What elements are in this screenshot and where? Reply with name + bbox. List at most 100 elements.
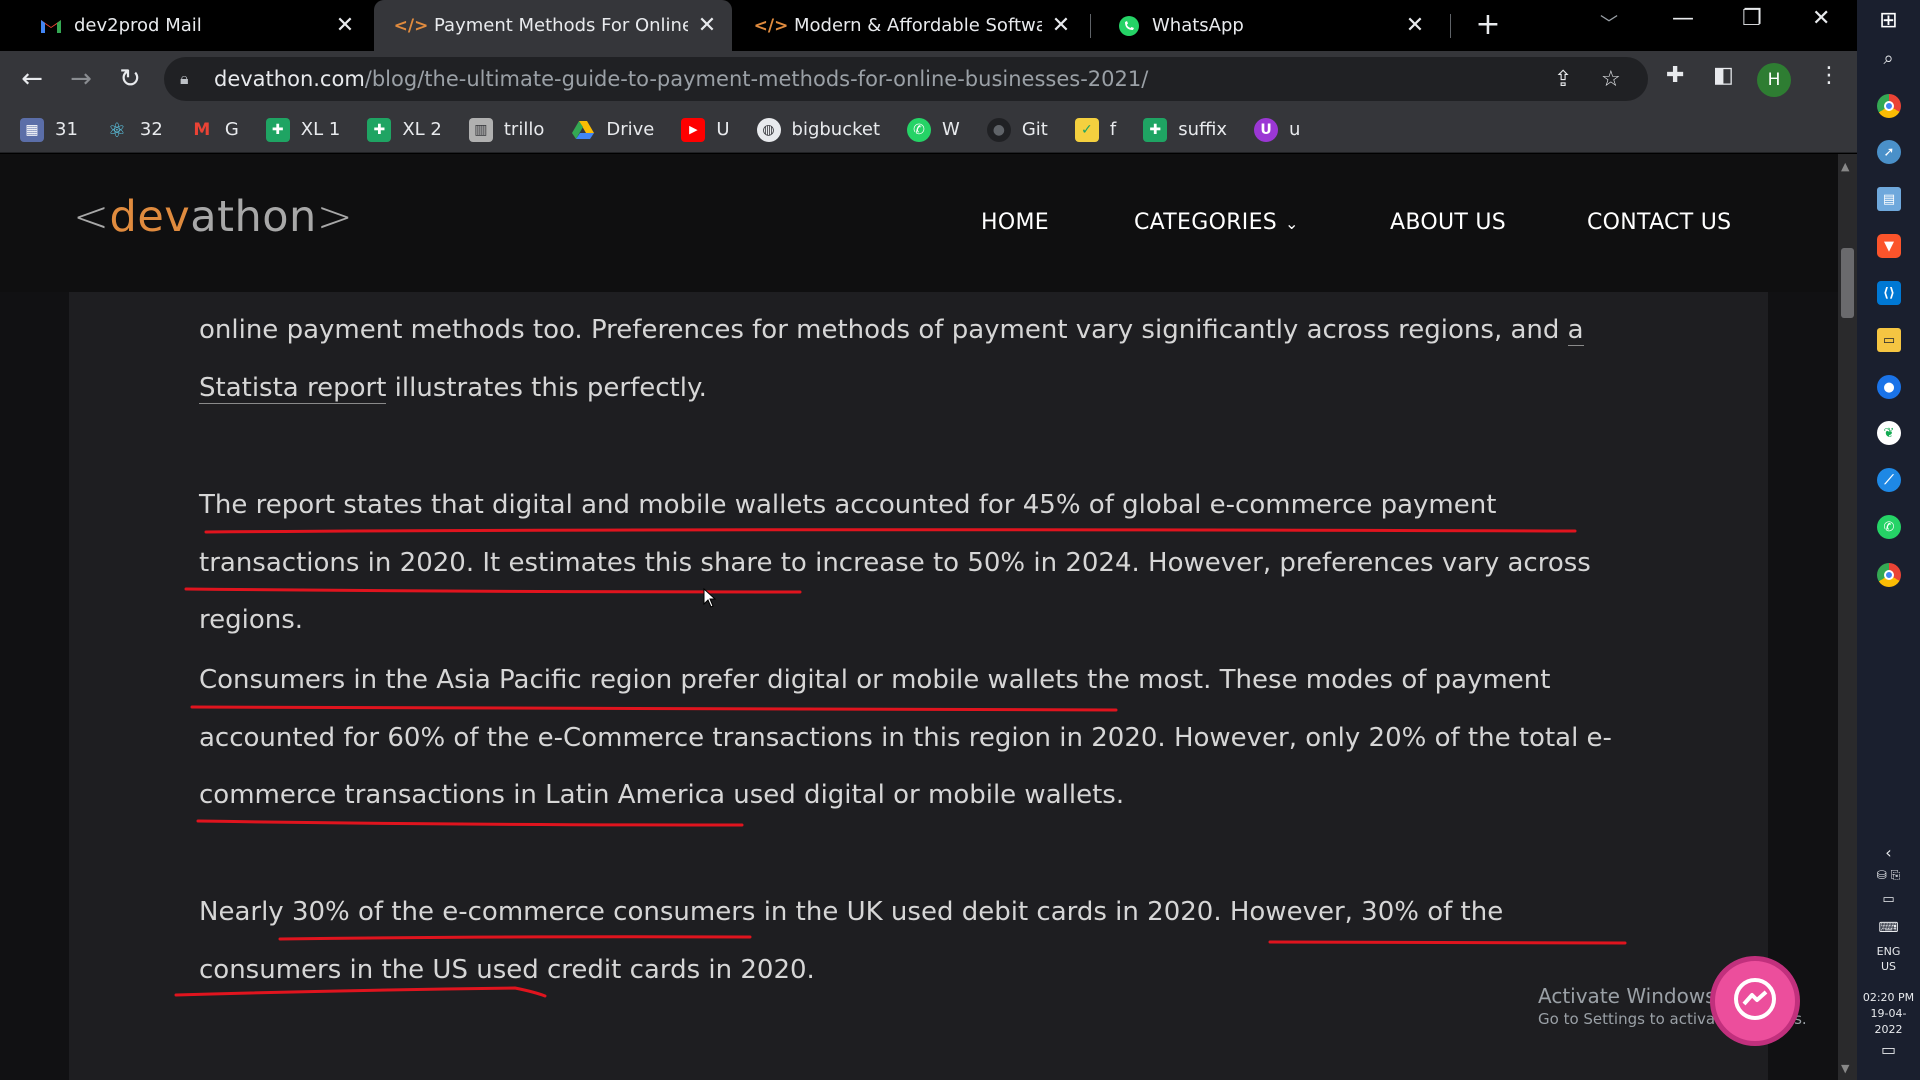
logo-bracket-close: > <box>316 192 354 242</box>
bookmark-label: Git <box>1021 119 1048 140</box>
address-bar[interactable]: 🔒︎ devathon.com/blog/the-ultimate-guide-… <box>164 57 1648 101</box>
maps-pin-icon[interactable]: ● <box>1877 375 1901 399</box>
nav-home[interactable]: HOME <box>981 210 1049 235</box>
display-icon[interactable]: ▭ <box>1857 892 1920 907</box>
logo-bracket-open: < <box>73 192 110 242</box>
bookmark-label: U <box>716 119 730 140</box>
notepad-icon[interactable]: ▤ <box>1877 187 1901 211</box>
bookmark-drive[interactable]: Drive <box>571 118 654 142</box>
globe-icon: ◍ <box>756 117 781 142</box>
vscode-icon[interactable]: ⟨⟩ <box>1877 281 1901 305</box>
bookmark-git[interactable]: ● Git <box>986 117 1048 142</box>
bookmark-icon: ▦ <box>20 117 44 142</box>
extensions-icon[interactable]: ✚ <box>1666 63 1684 88</box>
sheets-icon: ✚ <box>1143 117 1168 142</box>
web-page: <devathon> HOME CATEGORIES ⌄ ABOUT US CON… <box>0 154 1838 1080</box>
nav-about-us[interactable]: ABOUT US <box>1390 210 1506 235</box>
url-domain: devathon.com <box>214 67 365 91</box>
article-paragraph: Nearly 30% of the e-commerce consumers i… <box>199 897 1504 985</box>
scrollbar-thumb[interactable] <box>1841 248 1854 318</box>
browser-toolbar: ← → ↻ 🔒︎ devathon.com/blog/the-ultimate-… <box>0 51 1857 107</box>
bookmark-xl2[interactable]: ✚ XL 2 <box>367 117 442 142</box>
tab-title: Payment Methods For Online Bu <box>434 15 688 36</box>
bookmark-suffix[interactable]: ✚ suffix <box>1143 117 1227 142</box>
bookmark-whatsapp[interactable]: ✆ W <box>907 117 960 142</box>
bookmark-u[interactable]: Uu <box>1254 117 1300 142</box>
close-icon[interactable]: ✕ <box>334 13 356 38</box>
bookmark-star-icon[interactable]: ☆ <box>1601 67 1621 92</box>
chevron-down-icon: ⌄ <box>1285 214 1299 233</box>
file-explorer-icon[interactable]: ▭ <box>1877 328 1901 352</box>
bookmark-label: f <box>1109 119 1117 140</box>
tab-title: Modern & Affordable Software D <box>794 15 1042 36</box>
clock[interactable]: 02:20 PM 19-04-2022 <box>1857 990 1920 1038</box>
sticky-note-icon: ✓ <box>1074 117 1099 142</box>
react-icon: ⚛ <box>107 117 126 142</box>
tab-payment-methods[interactable]: </> Payment Methods For Online Bu ✕ <box>374 0 732 51</box>
profile-avatar[interactable]: H <box>1757 63 1791 97</box>
side-panel-icon[interactable]: ◧ <box>1713 63 1734 88</box>
whatsapp-icon <box>1118 15 1140 37</box>
whatsapp-icon[interactable]: ✆ <box>1877 515 1901 539</box>
chrome-profile-icon[interactable] <box>1877 563 1901 587</box>
share-icon[interactable]: ⇪ <box>1554 67 1572 92</box>
language-indicator[interactable]: ENG US <box>1857 944 1920 974</box>
chrome-icon[interactable] <box>1877 94 1901 118</box>
scroll-up-icon[interactable]: ▲ <box>1841 160 1849 173</box>
forward-button[interactable]: → <box>63 61 99 97</box>
brave-icon[interactable]: ▼ <box>1877 234 1901 258</box>
code-icon: </> <box>393 15 429 36</box>
bookmark-youtube[interactable]: ▶ U <box>681 117 730 142</box>
logo-athon: athon <box>190 192 317 242</box>
reload-button[interactable]: ↻ <box>112 61 148 97</box>
back-button[interactable]: ← <box>14 61 50 97</box>
scroll-down-icon[interactable]: ▼ <box>1841 1062 1849 1075</box>
bookmark-31[interactable]: ▦ 31 <box>20 117 78 142</box>
close-icon[interactable]: ✕ <box>696 13 718 38</box>
tab-modern-affordable-software[interactable]: </> Modern & Affordable Software D ✕ <box>734 0 1086 51</box>
windows-start-icon[interactable]: ⊞ <box>1857 8 1920 33</box>
article-paragraph: Consumers in the Asia Pacific region pre… <box>199 665 1612 810</box>
messenger-chat-button[interactable] <box>1710 956 1800 1046</box>
safari-compass-icon[interactable]: ⟋ <box>1877 468 1901 492</box>
menu-kebab-icon[interactable]: ⋮ <box>1818 63 1840 88</box>
paragraph-text: illustrates this perfectly. <box>386 372 707 403</box>
chevron-left-icon[interactable]: ‹ <box>1857 843 1920 862</box>
tab-divider <box>1450 14 1451 38</box>
tab-search-chevron-icon[interactable]: ﹀ <box>1600 10 1618 36</box>
network-icon[interactable]: ⛁ ⎘ <box>1857 868 1920 883</box>
search-icon[interactable]: ⌕ <box>1857 48 1920 69</box>
tab-dev2prod-mail[interactable]: dev2prod Mail ✕ <box>14 0 370 51</box>
tab-whatsapp[interactable]: WhatsApp ✕ <box>1092 0 1440 51</box>
bookmark-xl1[interactable]: ✚ XL 1 <box>265 117 340 142</box>
bookmark-label: 32 <box>139 119 163 140</box>
u-icon: U <box>1254 117 1279 142</box>
site-logo[interactable]: <devathon> <box>73 192 353 242</box>
notification-center-icon[interactable]: ▭ <box>1857 1040 1920 1059</box>
nav-categories[interactable]: CATEGORIES ⌄ <box>1134 210 1299 235</box>
tab-divider <box>1090 14 1091 38</box>
bookmark-trillo[interactable]: ▥ trillo <box>468 117 544 142</box>
sheets-icon: ✚ <box>367 117 392 142</box>
mongodb-icon[interactable]: ❦ <box>1877 421 1901 445</box>
whatsapp-icon: ✆ <box>907 117 932 142</box>
new-tab-button[interactable]: + <box>1470 8 1506 44</box>
close-icon[interactable]: ✕ <box>1050 13 1072 38</box>
article-body: online payment methods too. Preferences … <box>69 292 1768 1080</box>
close-window-button[interactable]: ✕ <box>1812 6 1830 31</box>
close-icon[interactable]: ✕ <box>1404 13 1426 38</box>
restore-button[interactable]: ❐ <box>1742 6 1762 31</box>
bookmarks-bar: ▦ 31 ⚛ 32 MG ✚ XL 1 ✚ XL 2 ▥ trillo Drive ▶ U … <box>0 107 1857 153</box>
page-scrollbar[interactable]: ▲ ▼ <box>1838 154 1857 1080</box>
keyboard-icon[interactable]: ⌨ <box>1857 920 1920 936</box>
bookmark-bigbucket[interactable]: ◍ bigbucket <box>756 117 880 142</box>
bookmark-g[interactable]: MG <box>190 118 238 142</box>
logo-dev: dev <box>109 192 191 242</box>
bookmark-f[interactable]: ✓ f <box>1074 117 1117 142</box>
nav-contact-us[interactable]: CONTACT US <box>1587 210 1731 235</box>
cursor-app-icon[interactable]: ➚ <box>1877 140 1901 164</box>
bookmark-32[interactable]: ⚛ 32 <box>105 118 163 142</box>
lock-icon[interactable]: 🔒︎ <box>180 69 200 89</box>
article-paragraph: The report states that digital and mobil… <box>199 490 1591 635</box>
minimize-button[interactable]: — <box>1672 6 1694 31</box>
